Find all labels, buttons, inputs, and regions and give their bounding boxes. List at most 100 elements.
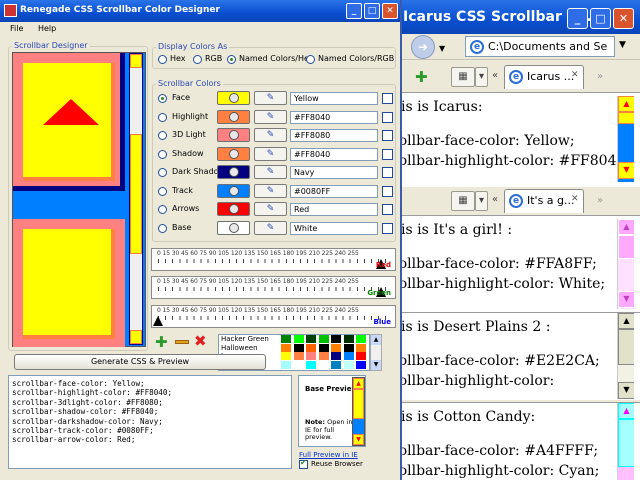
menu-help[interactable]: Help [38, 24, 56, 33]
slider-thumb[interactable] [153, 316, 163, 326]
favorites-star-icon[interactable]: ✚ [415, 68, 428, 86]
color-radio[interactable] [158, 149, 167, 159]
scheme-item[interactable]: Hacker Green [219, 335, 369, 344]
minimize-button[interactable]: _ [346, 3, 362, 19]
color-radio[interactable] [158, 223, 167, 233]
color-value-field[interactable]: #FF8040 [290, 110, 378, 124]
scrollbar-preview-girl[interactable]: ▲ ▼ [617, 219, 634, 309]
full-preview-link[interactable]: Full Preview in IE [299, 451, 358, 459]
scrollbar-preview-desert[interactable]: ▲ ▼ [617, 313, 634, 399]
tab-icarus[interactable]: e Icarus ... ✕ [504, 65, 584, 89]
color-radio[interactable] [158, 94, 167, 103]
color-value-field[interactable]: Navy [290, 166, 378, 179]
color-checkbox[interactable] [382, 185, 393, 197]
color-picker-button[interactable] [217, 91, 250, 105]
color-checkbox[interactable] [382, 93, 393, 104]
remove-scheme-icon[interactable] [175, 340, 189, 344]
close-button[interactable]: ✕ [382, 3, 398, 19]
eyedropper-button[interactable]: ✎ [254, 202, 287, 216]
minimize-button[interactable]: _ [567, 8, 588, 29]
scrollbar-preview-cotton[interactable]: ▲ [617, 403, 634, 480]
color-value-field[interactable]: #0080FF [290, 184, 378, 198]
close-button[interactable]: ✕ [613, 8, 634, 29]
slider-blue[interactable]: 0 15 30 45 60 75 90 105 120 135 150 165 … [151, 305, 396, 328]
eyedropper-button[interactable]: ✎ [254, 128, 287, 142]
color-radio[interactable] [158, 205, 167, 214]
radio-named-rgb[interactable] [306, 55, 315, 64]
color-checkbox[interactable] [382, 148, 393, 160]
color-value-field[interactable]: #FF8040 [290, 147, 378, 161]
color-checkbox[interactable] [382, 111, 393, 123]
scheme-swatch [293, 360, 304, 369]
palette-icon [229, 130, 239, 140]
designer-lower-face[interactable] [23, 229, 115, 339]
menu-file[interactable]: File [10, 24, 23, 33]
palette-icon [229, 204, 239, 214]
reuse-browser-checkbox[interactable]: ✔ [299, 458, 308, 469]
radio-hex[interactable] [158, 55, 167, 64]
color-picker-button[interactable] [217, 220, 250, 235]
color-radio[interactable] [158, 112, 167, 122]
tab-list-button[interactable]: ▾ [475, 67, 488, 87]
color-checkbox[interactable] [382, 167, 393, 178]
color-value-field[interactable]: White [290, 221, 378, 235]
address-bar[interactable]: e C:\Documents and Se [465, 36, 615, 57]
scheme-swatch [331, 343, 341, 352]
color-picker-button[interactable] [217, 109, 250, 124]
eyedropper-button[interactable]: ✎ [254, 183, 287, 198]
scheme-list-scrollbar[interactable]: ▲ ▼ [370, 334, 382, 371]
color-checkbox[interactable] [382, 222, 393, 234]
eyedropper-button[interactable]: ✎ [254, 220, 287, 235]
add-scheme-icon[interactable]: ✚ [155, 333, 168, 351]
color-picker-button[interactable] [217, 202, 250, 216]
designer-mini-scrollbar[interactable] [129, 53, 143, 345]
eyedropper-button[interactable]: ✎ [254, 109, 287, 124]
eyedropper-button[interactable]: ✎ [254, 146, 287, 161]
scheme-swatch [281, 335, 291, 343]
scheme-item[interactable]: Halloween [219, 343, 369, 353]
scheme-name: Hacker Green [221, 335, 269, 343]
color-picker-button[interactable] [217, 128, 250, 142]
color-picker-button[interactable] [217, 183, 250, 198]
tab-list-button[interactable]: ▾ [475, 191, 488, 211]
color-radio[interactable] [158, 186, 167, 196]
forward-icon[interactable]: ➜ [411, 35, 435, 59]
app-icon [4, 4, 17, 17]
color-checkbox[interactable] [382, 204, 393, 215]
color-value-field[interactable]: Yellow [290, 92, 378, 105]
scroll-tabs-left[interactable]: « [489, 67, 501, 87]
color-checkbox[interactable] [382, 130, 393, 141]
quick-tabs-button[interactable]: ▦ [451, 67, 475, 87]
scheme-swatch [318, 360, 329, 369]
eyedropper-button[interactable]: ✎ [254, 165, 287, 179]
maximize-button[interactable]: □ [590, 8, 611, 29]
color-picker-button[interactable] [217, 165, 250, 179]
maximize-button[interactable]: □ [364, 3, 380, 19]
color-value-field[interactable]: Red [290, 203, 378, 216]
scheme-swatch [293, 335, 304, 343]
quick-tabs-button[interactable]: ▦ [451, 191, 475, 211]
slider-green[interactable]: 0 15 30 45 60 75 90 105 120 135 150 165 … [151, 276, 396, 299]
close-tab-icon[interactable]: ✕ [571, 194, 579, 204]
css-output[interactable]: scrollbar-face-color: Yellow; scrollbar-h… [8, 375, 292, 469]
tab-its-a-girl[interactable]: e It's a g... ✕ [504, 189, 584, 213]
slider-red[interactable]: 0 15 30 45 60 75 90 105 120 135 150 165 … [151, 248, 396, 271]
color-radio[interactable] [158, 168, 167, 177]
address-dropdown-icon[interactable]: ▼ [619, 40, 626, 50]
designer-canvas[interactable] [12, 52, 146, 347]
color-value-field[interactable]: #FF8080 [290, 129, 378, 142]
color-radio[interactable] [158, 131, 167, 140]
scrollbar-preview-icarus[interactable]: ▲ ▼ [617, 96, 634, 182]
scroll-tabs-right[interactable]: » [597, 71, 603, 82]
scroll-tabs-right[interactable]: » [597, 195, 603, 206]
delete-scheme-icon[interactable]: ✖ [194, 332, 207, 350]
dropdown-arrow-icon[interactable]: ▼ [439, 44, 445, 53]
eyedropper-button[interactable]: ✎ [254, 91, 287, 105]
preview-scrollbar[interactable]: ▲ ▼ [352, 377, 365, 446]
generate-css-button[interactable]: Generate CSS & Preview [14, 354, 266, 370]
radio-rgb[interactable] [193, 55, 202, 64]
scroll-tabs-left[interactable]: « [489, 191, 501, 211]
close-tab-icon[interactable]: ✕ [571, 70, 579, 80]
radio-named-hex[interactable] [227, 55, 236, 64]
color-picker-button[interactable] [217, 146, 250, 161]
